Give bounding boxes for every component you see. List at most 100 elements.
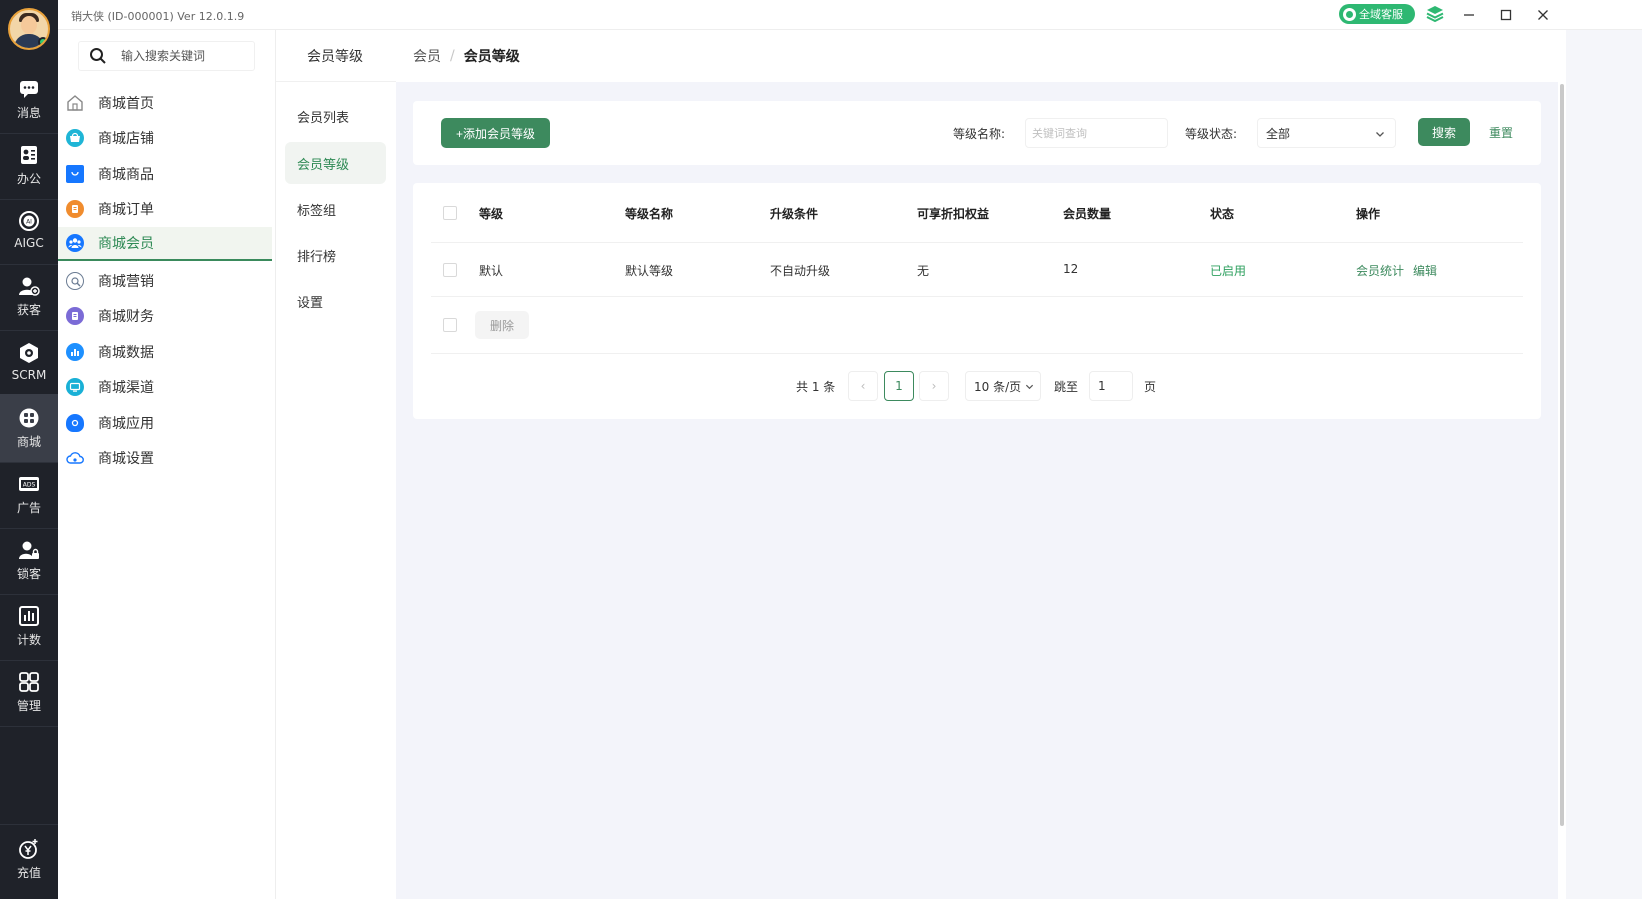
subnav-item-member-list[interactable]: 会员列表 <box>285 95 386 137</box>
sidebar-item-data[interactable]: 商城数据 <box>58 335 272 369</box>
breadcrumb-current: 会员等级 <box>463 49 520 65</box>
rail-item-mall[interactable]: 商城 <box>0 394 58 463</box>
subnav-item-settings[interactable]: 设置 <box>285 280 386 322</box>
add-member-level-button[interactable]: +添加会员等级 <box>441 118 550 148</box>
message-icon <box>18 78 40 100</box>
bulk-select-checkbox[interactable] <box>443 318 457 332</box>
column-header-level: 等级 <box>479 207 504 221</box>
breadcrumb-parent[interactable]: 会员 <box>413 46 441 66</box>
subnav-item-leaderboard[interactable]: 排行榜 <box>285 234 386 276</box>
cell-level-name: 默认等级 <box>625 264 674 278</box>
table-header-row: 等级 等级名称 升级条件 可享折扣权益 会员数量 状态 操作 <box>431 183 1523 243</box>
sidebar-item-shop[interactable]: 商城店铺 <box>58 121 272 155</box>
rail-item-manage[interactable]: 管理 <box>0 658 58 727</box>
rail-label: 广告 <box>16 500 41 515</box>
sidebar-item-label: 商城首页 <box>98 96 154 112</box>
sidebar-item-channel[interactable]: 商城渠道 <box>58 370 272 404</box>
title-bar: 销大侠 (ID-000001) Ver 12.0.1.9 全域客服 <box>58 0 1642 30</box>
cell-upgrade-condition: 不自动升级 <box>770 264 831 278</box>
app-rail: 消息 办公 AI AIGC 获客 SCRM 商城 ADS 广告 锁客 计数 管理… <box>0 0 58 899</box>
rail-label: 计数 <box>16 632 41 647</box>
level-name-label: 等级名称: <box>953 127 1006 141</box>
sidebar-item-label: 商城设置 <box>98 451 154 467</box>
content-area: +添加会员等级 等级名称: 等级状态: 全部 搜索 重置 等级 等级名称 升级条… <box>396 82 1558 899</box>
breadcrumb: 会员 / 会员等级 <box>396 30 1566 82</box>
rail-item-office[interactable]: 办公 <box>0 131 58 200</box>
row-checkbox[interactable] <box>443 263 457 277</box>
sidebar-item-orders[interactable]: 商城订单 <box>58 192 272 226</box>
level-status-select[interactable]: 全部 <box>1257 118 1396 148</box>
rail-label: 消息 <box>16 105 41 120</box>
data-icon <box>66 343 84 361</box>
subnav-item-member-level[interactable]: 会员等级 <box>285 142 386 184</box>
breadcrumb-separator: / <box>450 48 455 64</box>
office-icon <box>18 144 40 166</box>
level-name-input[interactable] <box>1025 118 1168 148</box>
sidebar-item-label: 商城营销 <box>98 274 154 290</box>
search-input[interactable] <box>121 49 241 63</box>
table-row: 默认 默认等级 不自动升级 无 12 已启用 会员统计 编辑 <box>431 243 1523 297</box>
sidebar-item-label: 商城渠道 <box>98 380 154 396</box>
pagination-total: 共 1 条 <box>796 380 836 394</box>
rail-item-ads[interactable]: ADS 广告 <box>0 460 58 529</box>
cloud-settings-icon <box>66 449 84 467</box>
edit-link[interactable]: 编辑 <box>1413 262 1437 279</box>
rail-item-recharge[interactable]: 充值 <box>0 824 58 893</box>
user-avatar[interactable] <box>8 8 50 50</box>
maximize-button[interactable] <box>1495 4 1517 26</box>
close-icon <box>1538 10 1548 20</box>
jump-page-input[interactable] <box>1089 371 1133 401</box>
next-page-button[interactable]: › <box>919 371 949 401</box>
layers-icon[interactable] <box>1425 4 1445 24</box>
aigc-icon: AI <box>18 210 40 232</box>
order-icon <box>66 200 84 218</box>
members-icon <box>66 234 84 252</box>
mall-icon <box>18 407 40 429</box>
sidebar-item-settings[interactable]: 商城设置 <box>58 441 272 475</box>
rail-label: 获客 <box>16 302 41 317</box>
rail-item-stats[interactable]: 计数 <box>0 592 58 661</box>
sidebar-item-apps[interactable]: 商城应用 <box>58 406 272 440</box>
mall-sidebar: 商城首页 商城店铺 商城商品 商城订单 商城会员 商城营销 商城财务 <box>58 30 276 899</box>
sidebar-item-home[interactable]: 商城首页 <box>58 86 272 120</box>
prev-page-button[interactable]: ‹ <box>848 371 878 401</box>
page-number-button[interactable]: 1 <box>884 371 914 401</box>
minimize-button[interactable] <box>1458 4 1480 26</box>
search-button[interactable]: 搜索 <box>1418 118 1470 146</box>
maximize-icon <box>1500 9 1512 21</box>
ads-icon: ADS <box>18 473 40 495</box>
search-icon <box>89 47 107 65</box>
member-stats-link[interactable]: 会员统计 <box>1356 262 1404 279</box>
marketing-icon <box>66 272 84 290</box>
rail-label: 锁客 <box>16 566 41 581</box>
rail-item-scrm[interactable]: SCRM <box>0 328 58 397</box>
page-size-value: 10 条/页 <box>974 379 1022 394</box>
scrollbar-thumb[interactable] <box>1560 84 1564 826</box>
select-all-checkbox[interactable] <box>443 206 457 220</box>
rail-item-acquire[interactable]: 获客 <box>0 262 58 331</box>
pagination: 共 1 条 ‹ 1 › 10 条/页 跳至 页 <box>413 371 1541 401</box>
sidebar-item-label: 商城应用 <box>98 416 154 432</box>
grid-icon <box>18 671 40 693</box>
sidebar-item-label: 商城商品 <box>98 167 154 183</box>
page-size-select[interactable]: 10 条/页 <box>965 371 1041 401</box>
close-button[interactable] <box>1532 4 1554 26</box>
rail-item-message[interactable]: 消息 <box>0 65 58 134</box>
sidebar-item-marketing[interactable]: 商城营销 <box>58 264 272 298</box>
level-status-value: 全部 <box>1266 126 1291 141</box>
delete-button[interactable]: 删除 <box>475 311 529 339</box>
rail-item-aigc[interactable]: AI AIGC <box>0 196 58 265</box>
reset-button[interactable]: 重置 <box>1489 124 1513 141</box>
sidebar-item-finance[interactable]: 商城财务 <box>58 299 272 333</box>
customer-service-button[interactable]: 全域客服 <box>1339 4 1415 24</box>
rail-label: 办公 <box>16 171 41 186</box>
column-header-member-count: 会员数量 <box>1063 207 1112 221</box>
rail-item-lock-customer[interactable]: 锁客 <box>0 526 58 595</box>
sidebar-item-products[interactable]: 商城商品 <box>58 157 272 191</box>
sidebar-item-members[interactable]: 商城会员 <box>58 227 272 261</box>
rail-label: AIGC <box>14 236 44 250</box>
subnav-item-tag-group[interactable]: 标签组 <box>285 188 386 230</box>
column-header-discount: 可享折扣权益 <box>917 207 990 221</box>
rail-label: 管理 <box>16 698 41 713</box>
sidebar-search <box>78 41 255 71</box>
